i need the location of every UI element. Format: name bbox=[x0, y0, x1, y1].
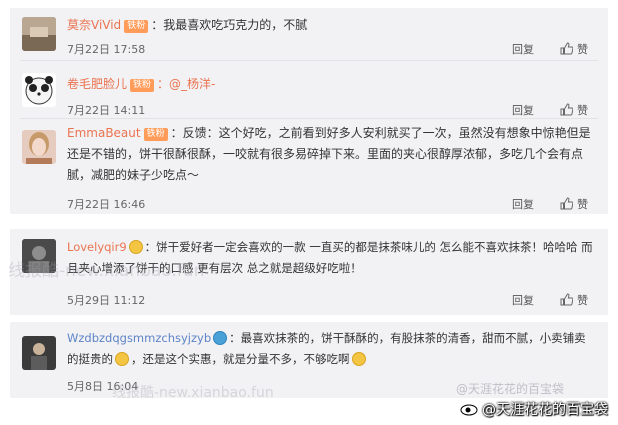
crying-emoji-icon bbox=[115, 352, 129, 366]
timestamp: 7月22日 17:58 bbox=[67, 43, 146, 56]
like-label: 赞 bbox=[577, 43, 588, 56]
thumbs-up-icon bbox=[560, 103, 573, 116]
weibo-logo-icon bbox=[460, 401, 480, 416]
reply-button[interactable]: 回复 bbox=[512, 198, 534, 211]
vip-eye-icon bbox=[213, 331, 228, 345]
comment-item: 莫奈ViVid 铁粉 ：我最喜欢吃巧克力的，不腻 7月22日 17:58 回复 赞 bbox=[10, 8, 608, 58]
mention-link[interactable]: ：@_杨洋- bbox=[157, 77, 215, 91]
watermark-left: 线报酷-new.xianbao.fun bbox=[8, 261, 205, 281]
username[interactable]: 莫奈ViVid bbox=[67, 18, 121, 32]
avatar[interactable] bbox=[22, 17, 56, 51]
avatar[interactable] bbox=[22, 130, 56, 164]
reply-button[interactable]: 回复 bbox=[512, 104, 534, 117]
username[interactable]: Lovelyqir9 bbox=[67, 240, 127, 254]
username[interactable]: Wzdbzdqgsmmzchsyjzyb bbox=[67, 331, 211, 345]
fan-badge: 铁粉 bbox=[130, 79, 155, 92]
username[interactable]: 卷毛肥脸儿 bbox=[67, 77, 127, 91]
comment-text-part-2: ，还是这个实惠，就是分量不多，不够吃啊 bbox=[131, 352, 350, 366]
like-button[interactable]: 赞 bbox=[560, 103, 588, 117]
fan-badge: 铁粉 bbox=[143, 128, 168, 141]
watermark-footer-text: @天涯花花的百宝袋 bbox=[482, 402, 608, 418]
sad-emoji-icon bbox=[351, 352, 366, 366]
divider bbox=[20, 118, 598, 119]
divider bbox=[20, 60, 598, 61]
timestamp: 7月22日 16:46 bbox=[67, 198, 146, 211]
like-label: 赞 bbox=[577, 104, 588, 117]
like-button[interactable]: 赞 bbox=[560, 42, 588, 56]
thumbs-up-icon bbox=[560, 293, 573, 306]
like-label: 赞 bbox=[577, 294, 588, 307]
avatar[interactable] bbox=[22, 336, 56, 370]
thumbs-up-icon bbox=[560, 42, 573, 55]
watermark-footer: @天涯花花的百宝袋 bbox=[460, 399, 608, 419]
like-button[interactable]: 赞 bbox=[560, 197, 588, 211]
comment-panel-top: 莫奈ViVid 铁粉 ：我最喜欢吃巧克力的，不腻 7月22日 17:58 回复赞 卷… bbox=[10, 8, 608, 214]
watermark-left-repeat: 线报酷-new.xianbao.fun bbox=[112, 385, 274, 401]
comment-text: ：我最喜欢吃巧克力的，不腻 bbox=[151, 18, 308, 32]
timestamp: 7月22日 14:11 bbox=[67, 104, 146, 117]
watermark-faint: @天涯花花的百宝袋 bbox=[455, 382, 564, 396]
timestamp: 5月29日 11:12 bbox=[67, 294, 146, 307]
username[interactable]: EmmaBeaut bbox=[67, 126, 141, 140]
reply-button[interactable]: 回复 bbox=[512, 43, 534, 56]
fan-badge: 铁粉 bbox=[124, 20, 149, 33]
comment-item: 卷毛肥脸儿 铁粉 ：@_杨洋- 7月22日 14:11 回复 赞 bbox=[10, 62, 608, 117]
thumbs-up-icon bbox=[560, 197, 573, 210]
like-button[interactable]: 赞 bbox=[560, 293, 588, 307]
smiley-emoji-icon bbox=[128, 240, 143, 254]
reply-button[interactable]: 回复 bbox=[512, 294, 534, 307]
like-label: 赞 bbox=[577, 198, 588, 211]
comment-item: EmmaBeaut 铁粉 ：反馈：这个好吃，之前看到好多人安利就买了一次，虽然没有想… bbox=[10, 120, 608, 214]
avatar[interactable] bbox=[22, 73, 56, 107]
